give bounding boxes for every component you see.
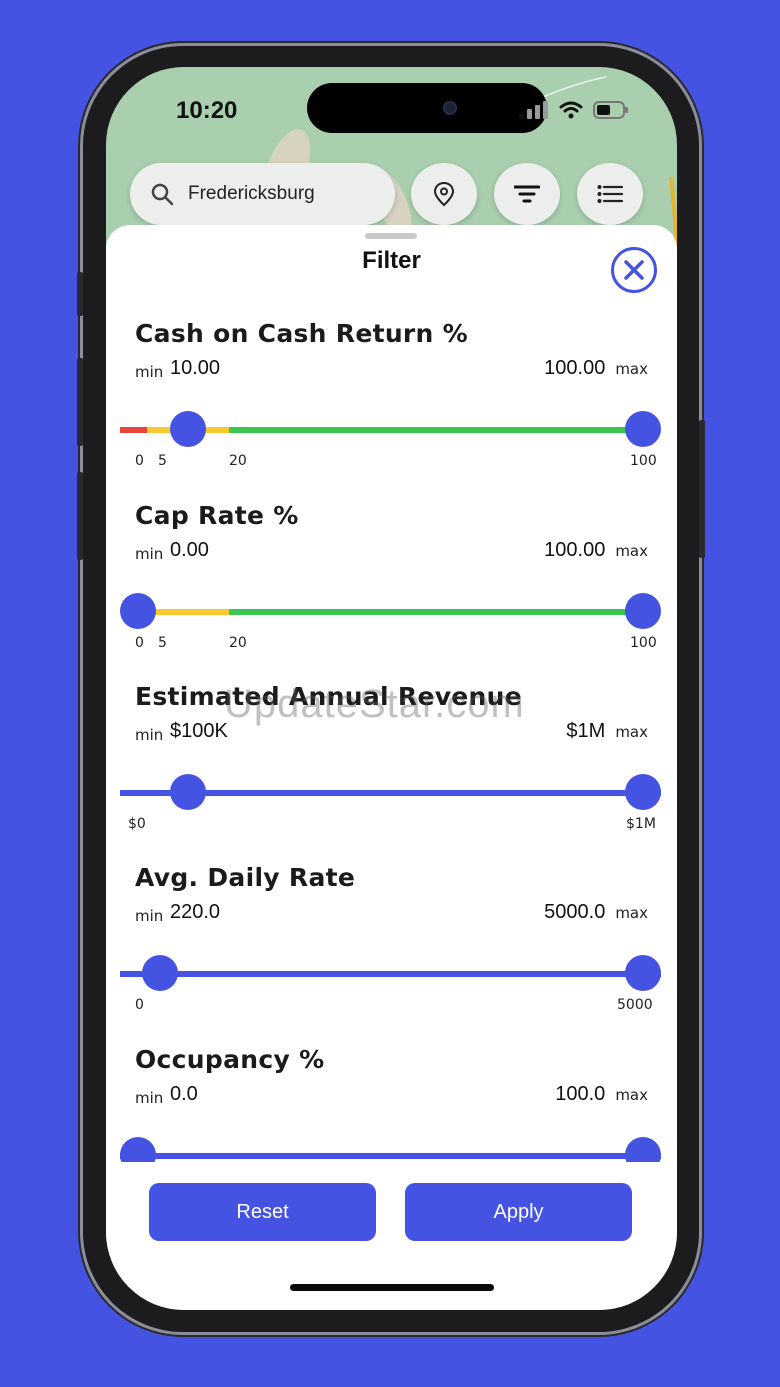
- max-group: $1M max: [566, 720, 648, 743]
- min-label: min: [135, 1089, 164, 1107]
- close-button[interactable]: [611, 247, 657, 293]
- tick-label: 0: [135, 997, 144, 1013]
- range-track[interactable]: [120, 609, 661, 615]
- min-label: min: [135, 545, 164, 563]
- screen: 10:20 Fredericksburg Filter Cash on Cash…: [106, 67, 677, 1310]
- tick-label: $0: [128, 816, 146, 832]
- min-thumb[interactable]: [142, 955, 178, 991]
- filter-title: Occupancy %: [135, 1045, 325, 1074]
- max-group: 100.0 max: [555, 1083, 648, 1106]
- max-group: 100.00 max: [544, 357, 648, 380]
- max-value: 100.00: [544, 357, 606, 379]
- filter-icon: [514, 185, 540, 203]
- max-thumb[interactable]: [625, 955, 661, 991]
- min-label: min: [135, 363, 164, 381]
- min-label: min: [135, 726, 164, 744]
- status-time: 10:20: [176, 97, 238, 124]
- tick-label: 0: [135, 453, 144, 469]
- max-thumb[interactable]: [625, 774, 661, 810]
- volume-up-button: [77, 358, 83, 446]
- battery-icon: [593, 101, 628, 119]
- max-thumb[interactable]: [625, 593, 661, 629]
- filter-avg-daily-rate: Avg. Daily Rate min 220.0 5000.0 max 0 5…: [106, 863, 677, 1044]
- reset-button[interactable]: Reset: [149, 1183, 376, 1241]
- tick-label: 5: [158, 453, 167, 469]
- track-red-zone: [120, 427, 147, 433]
- min-label: min: [135, 907, 164, 925]
- min-value: 0.00: [170, 539, 209, 561]
- tick-label: 20: [229, 453, 247, 469]
- track-fill: [120, 971, 661, 977]
- max-group: 100.00 max: [544, 539, 648, 562]
- search-bar[interactable]: Fredericksburg: [130, 163, 395, 225]
- max-label: max: [615, 723, 648, 741]
- tick-label: 20: [229, 635, 247, 651]
- filter-cap-rate: Cap Rate % min 0.00 100.00 max 0 5 20 10…: [106, 501, 677, 682]
- filter-button[interactable]: [494, 163, 560, 225]
- search-input[interactable]: Fredericksburg: [188, 183, 315, 205]
- map-pin-icon: [433, 181, 455, 207]
- search-icon: [151, 183, 174, 206]
- max-label: max: [615, 904, 648, 922]
- cellular-signal-icon: [519, 101, 548, 119]
- min-thumb[interactable]: [170, 774, 206, 810]
- wifi-icon: [559, 101, 583, 119]
- max-value: 5000.0: [544, 901, 606, 923]
- tick-label: 0: [135, 635, 144, 651]
- tick-label: 5000: [617, 997, 653, 1013]
- max-value: 100.0: [555, 1083, 606, 1105]
- min-value: 10.00: [170, 357, 221, 379]
- track-green-zone: [229, 427, 645, 433]
- range-track[interactable]: [120, 971, 661, 977]
- filter-occupancy: Occupancy % min 0.0 100.0 max: [106, 1045, 677, 1162]
- tick-label: $1M: [626, 816, 656, 832]
- sheet-grabber[interactable]: [365, 233, 417, 239]
- track-fill: [120, 1153, 661, 1159]
- min-thumb[interactable]: [120, 593, 156, 629]
- min-thumb[interactable]: [120, 1137, 156, 1162]
- min-thumb[interactable]: [170, 411, 206, 447]
- max-thumb[interactable]: [625, 1137, 661, 1162]
- location-button[interactable]: [411, 163, 477, 225]
- watermark: UpdateStar.com: [224, 682, 525, 726]
- front-camera: [443, 101, 457, 115]
- list-icon: [597, 185, 623, 203]
- track-green-zone: [229, 609, 645, 615]
- filter-sheet: Filter Cash on Cash Return % min 10.00 1…: [106, 225, 677, 1310]
- filter-annual-revenue: Estimated Annual Revenue min $100K $1M m…: [106, 682, 677, 863]
- dynamic-island: [307, 83, 547, 133]
- min-value: $100K: [170, 720, 228, 742]
- sheet-title: Filter: [362, 247, 421, 274]
- filter-cash-on-cash: Cash on Cash Return % min 10.00 100.00 m…: [106, 319, 677, 500]
- close-icon: [624, 260, 644, 280]
- range-track[interactable]: [120, 1153, 661, 1159]
- list-view-button[interactable]: [577, 163, 643, 225]
- power-button: [699, 420, 705, 558]
- filter-title: Cash on Cash Return %: [135, 319, 469, 348]
- volume-down-button: [77, 472, 83, 560]
- max-value: $1M: [566, 720, 606, 742]
- filter-title: Cap Rate %: [135, 501, 299, 530]
- filter-title: Avg. Daily Rate: [135, 863, 356, 892]
- max-label: max: [615, 542, 648, 560]
- home-indicator[interactable]: [290, 1284, 494, 1291]
- max-label: max: [615, 1086, 648, 1104]
- max-value: 100.00: [544, 539, 606, 561]
- min-value: 220.0: [170, 901, 221, 923]
- max-thumb[interactable]: [625, 411, 661, 447]
- max-group: 5000.0 max: [544, 901, 648, 924]
- action-button: [77, 272, 83, 316]
- status-icons: [519, 101, 629, 119]
- max-label: max: [615, 360, 648, 378]
- tick-label: 100: [630, 635, 657, 651]
- apply-button[interactable]: Apply: [405, 1183, 632, 1241]
- min-value: 0.0: [170, 1083, 198, 1105]
- tick-label: 5: [158, 635, 167, 651]
- tick-label: 100: [630, 453, 657, 469]
